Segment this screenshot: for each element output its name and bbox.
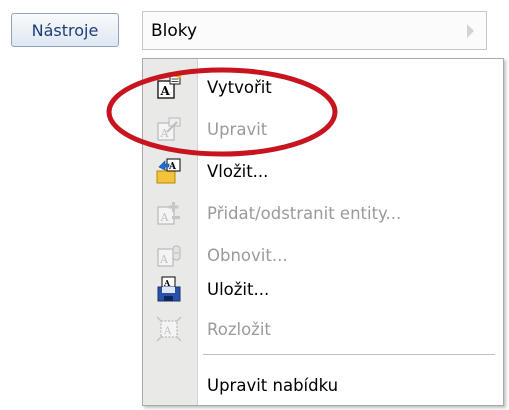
menu-item-edit-label: Upravit <box>207 119 268 139</box>
screenshot-root: Nástroje Bloky A Vytvořit A Upravit A Vl… <box>0 0 509 410</box>
menu-item-add-remove-entities-label: Přidat/odstranit entity... <box>207 203 402 223</box>
explode-block-icon: A <box>156 316 182 342</box>
svg-text:A: A <box>160 84 171 98</box>
tools-button-label: Nástroje <box>31 20 99 40</box>
bloky-dropdown-menu: A Vytvořit A Upravit A Vložit... A Přida… <box>142 58 504 406</box>
menu-item-add-remove-entities[interactable]: A Přidat/odstranit entity... <box>143 193 503 233</box>
submenu-arrow-icon <box>467 24 474 38</box>
menu-separator <box>203 354 495 355</box>
tools-button[interactable]: Nástroje <box>11 13 119 47</box>
menu-item-explode[interactable]: A Rozložit <box>143 309 503 349</box>
svg-text:A: A <box>160 127 170 140</box>
submenu-title: Bloky <box>151 20 198 41</box>
menu-item-refresh-label: Obnovit... <box>207 245 288 265</box>
menu-item-create-label: Vytvořit <box>207 77 272 97</box>
menu-item-explode-label: Rozložit <box>207 319 271 339</box>
menu-item-insert-label: Vložit... <box>207 161 269 181</box>
submenu-bloky[interactable]: Bloky <box>142 11 487 50</box>
svg-text:A: A <box>163 326 172 337</box>
svg-text:A: A <box>160 211 170 224</box>
svg-text:A: A <box>168 162 177 172</box>
menu-item-save-label: Uložit... <box>207 279 270 299</box>
save-block-icon: A <box>157 276 181 302</box>
svg-text:A: A <box>159 253 169 266</box>
create-block-icon: A <box>157 73 182 99</box>
insert-block-icon: A <box>156 158 181 184</box>
edit-block-icon: A <box>157 117 181 141</box>
menu-item-create[interactable]: A Vytvořit <box>143 67 503 107</box>
menu-item-customize-menu[interactable]: Upravit nabídku <box>143 365 503 405</box>
menu-item-edit[interactable]: A Upravit <box>143 109 503 149</box>
add-remove-entities-icon: A <box>157 202 180 225</box>
refresh-block-icon: A <box>157 245 181 267</box>
menu-item-save[interactable]: A Uložit... <box>143 269 503 309</box>
menu-item-customize-menu-label: Upravit nabídku <box>207 375 339 395</box>
menu-item-insert[interactable]: A Vložit... <box>143 151 503 191</box>
